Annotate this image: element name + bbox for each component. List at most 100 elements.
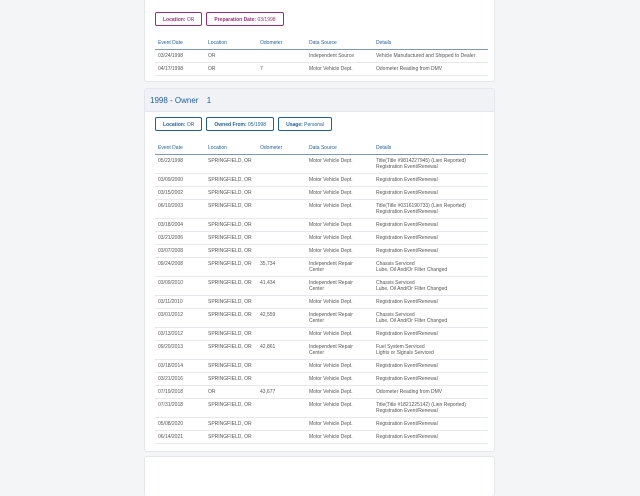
table-row: 03/18/2004 SPRINGFIELD, OR Motor Vehicle D… bbox=[155, 218, 488, 232]
cell-source: Motor Vehicle Dept. bbox=[306, 359, 373, 373]
cell-location: OR bbox=[205, 62, 257, 76]
cell-details: Title(Title #9814227945) (Lien Reported)… bbox=[373, 154, 488, 174]
cell-source: Motor Vehicle Dept. bbox=[306, 295, 373, 309]
column-header: Odometer bbox=[257, 37, 306, 50]
cell-odometer bbox=[257, 372, 306, 386]
table-row: 07/19/2018 OR 43,677 Motor Vehicle Dept. Odo… bbox=[155, 385, 488, 399]
table-row: 03/11/2010 SPRINGFIELD, OR Motor Vehicle D… bbox=[155, 295, 488, 309]
cell-location: SPRINGFIELD, OR bbox=[205, 244, 257, 258]
cell-location: SPRINGFIELD, OR bbox=[205, 257, 257, 277]
column-header: Location bbox=[205, 37, 257, 50]
column-header: Odometer bbox=[257, 142, 306, 155]
cell-odometer: 35,734 bbox=[257, 257, 306, 277]
cell-date: 04/17/1998 bbox=[155, 62, 205, 76]
cell-details: Registration Event/Renewal bbox=[373, 359, 488, 373]
cell-details: Chassis Serviced Lube, Oil And/Or Filter… bbox=[373, 308, 488, 328]
cell-odometer bbox=[257, 327, 306, 341]
cell-source: Motor Vehicle Dept. bbox=[306, 417, 373, 431]
column-header: Data Source bbox=[306, 142, 373, 155]
cell-source: Motor Vehicle Dept. bbox=[306, 398, 373, 418]
cell-details: Odometer Reading from DMV bbox=[373, 385, 488, 399]
cell-source: Motor Vehicle Dept. bbox=[306, 186, 373, 200]
cell-location: SPRINGFIELD, OR bbox=[205, 199, 257, 219]
cell-odometer bbox=[257, 231, 306, 245]
cell-details: Odometer Reading from DMV bbox=[373, 62, 488, 76]
cell-odometer: 43,677 bbox=[257, 385, 306, 399]
cell-source: Independent Repair Center bbox=[306, 308, 373, 328]
owner-history-table: Event Date Location Odometer Data Source… bbox=[155, 142, 488, 444]
location-tag[interactable]: Location: OR bbox=[155, 117, 203, 131]
cell-date: 03/09/2010 bbox=[155, 276, 205, 296]
pre-owner-tags: Location: OR Preparation Date: 03/1998 bbox=[155, 12, 284, 26]
cell-details: Registration Event/Renewal bbox=[373, 244, 488, 258]
cell-date: 03/07/2008 bbox=[155, 244, 205, 258]
table-row: 03/01/2012 SPRINGFIELD, OR 42,559 Independe… bbox=[155, 308, 488, 328]
cell-date: 07/31/2018 bbox=[155, 398, 205, 418]
usage-tag[interactable]: Usage: Personal bbox=[278, 117, 332, 131]
cell-location: SPRINGFIELD, OR bbox=[205, 308, 257, 328]
table-row: 04/17/1998 OR 7 Motor Vehicle Dept. Odometer… bbox=[155, 62, 488, 76]
cell-details: Chassis Serviced Lube, Oil And/Or Filter… bbox=[373, 257, 488, 277]
cell-odometer bbox=[257, 186, 306, 200]
cell-odometer bbox=[257, 359, 306, 373]
cell-source: Motor Vehicle Dept. bbox=[306, 154, 373, 174]
cell-date: 03/13/2012 bbox=[155, 327, 205, 341]
cell-details: Registration Event/Renewal bbox=[373, 173, 488, 187]
owned-from-tag[interactable]: Owned From: 05/1998 bbox=[206, 117, 275, 131]
cell-location: SPRINGFIELD, OR bbox=[205, 231, 257, 245]
cell-odometer: 42,861 bbox=[257, 340, 306, 360]
table-row: 03/21/2006 SPRINGFIELD, OR Motor Vehicle D… bbox=[155, 231, 488, 245]
cell-odometer: 41,434 bbox=[257, 276, 306, 296]
cell-location: SPRINGFIELD, OR bbox=[205, 372, 257, 386]
cell-date: 03/21/2016 bbox=[155, 372, 205, 386]
cell-date: 03/09/2000 bbox=[155, 173, 205, 187]
table-row: 03/07/2008 SPRINGFIELD, OR Motor Vehicle D… bbox=[155, 244, 488, 258]
table-row: 07/31/2018 SPRINGFIELD, OR Motor Vehicle D… bbox=[155, 398, 488, 418]
owner-number: 1 bbox=[206, 96, 212, 105]
cell-date: 05/08/2020 bbox=[155, 417, 205, 431]
column-header: Event Date bbox=[155, 37, 205, 50]
cell-details: Registration Event/Renewal bbox=[373, 430, 488, 444]
cell-source: Motor Vehicle Dept. bbox=[306, 430, 373, 444]
cell-source: Motor Vehicle Dept. bbox=[306, 244, 373, 258]
cell-date: 03/18/2014 bbox=[155, 359, 205, 373]
cell-source: Independent Source bbox=[306, 49, 373, 63]
cell-details: Registration Event/Renewal bbox=[373, 417, 488, 431]
cell-odometer bbox=[257, 244, 306, 258]
cell-location: OR bbox=[205, 385, 257, 399]
cell-location: OR bbox=[205, 49, 257, 63]
location-tag[interactable]: Location: OR bbox=[155, 12, 203, 26]
cell-source: Motor Vehicle Dept. bbox=[306, 231, 373, 245]
owner-title: 1998 - Owner bbox=[150, 96, 199, 105]
owner-header: 1998 - Owner 1 bbox=[145, 89, 494, 112]
table-row: 05/22/1998 SPRINGFIELD, OR Motor Vehicle D… bbox=[155, 154, 488, 174]
table-row: 09/24/2008 SPRINGFIELD, OR 35,734 Independe… bbox=[155, 257, 488, 277]
cell-location: SPRINGFIELD, OR bbox=[205, 398, 257, 418]
table-row: 03/18/2014 SPRINGFIELD, OR Motor Vehicle D… bbox=[155, 359, 488, 373]
pre-owner-card: Location: OR Preparation Date: 03/1998 E… bbox=[144, 0, 495, 82]
cell-date: 06/10/2003 bbox=[155, 199, 205, 219]
cell-location: SPRINGFIELD, OR bbox=[205, 186, 257, 200]
cell-odometer bbox=[257, 417, 306, 431]
cell-location: SPRINGFIELD, OR bbox=[205, 154, 257, 174]
cell-source: Motor Vehicle Dept. bbox=[306, 372, 373, 386]
column-header: Event Date bbox=[155, 142, 205, 155]
cell-date: 03/21/2006 bbox=[155, 231, 205, 245]
cell-date: 03/15/2002 bbox=[155, 186, 205, 200]
cell-odometer: 42,559 bbox=[257, 308, 306, 328]
cell-date: 03/24/1998 bbox=[155, 49, 205, 63]
cell-odometer bbox=[257, 218, 306, 232]
column-header: Details bbox=[373, 142, 488, 155]
cell-location: SPRINGFIELD, OR bbox=[205, 276, 257, 296]
cell-date: 09/20/2013 bbox=[155, 340, 205, 360]
pre-owner-history-table: Event Date Location Odometer Data Source… bbox=[155, 37, 488, 76]
cell-location: SPRINGFIELD, OR bbox=[205, 327, 257, 341]
cell-details: Fuel System Serviced Lights or Signals S… bbox=[373, 340, 488, 360]
preparation-date-tag[interactable]: Preparation Date: 03/1998 bbox=[206, 12, 284, 26]
table-row: 09/20/2013 SPRINGFIELD, OR 42,861 Independe… bbox=[155, 340, 488, 360]
cell-details: Registration Event/Renewal bbox=[373, 231, 488, 245]
cell-source: Motor Vehicle Dept. bbox=[306, 62, 373, 76]
cell-source: Motor Vehicle Dept. bbox=[306, 385, 373, 399]
cell-location: SPRINGFIELD, OR bbox=[205, 218, 257, 232]
next-owner-card bbox=[144, 456, 495, 496]
